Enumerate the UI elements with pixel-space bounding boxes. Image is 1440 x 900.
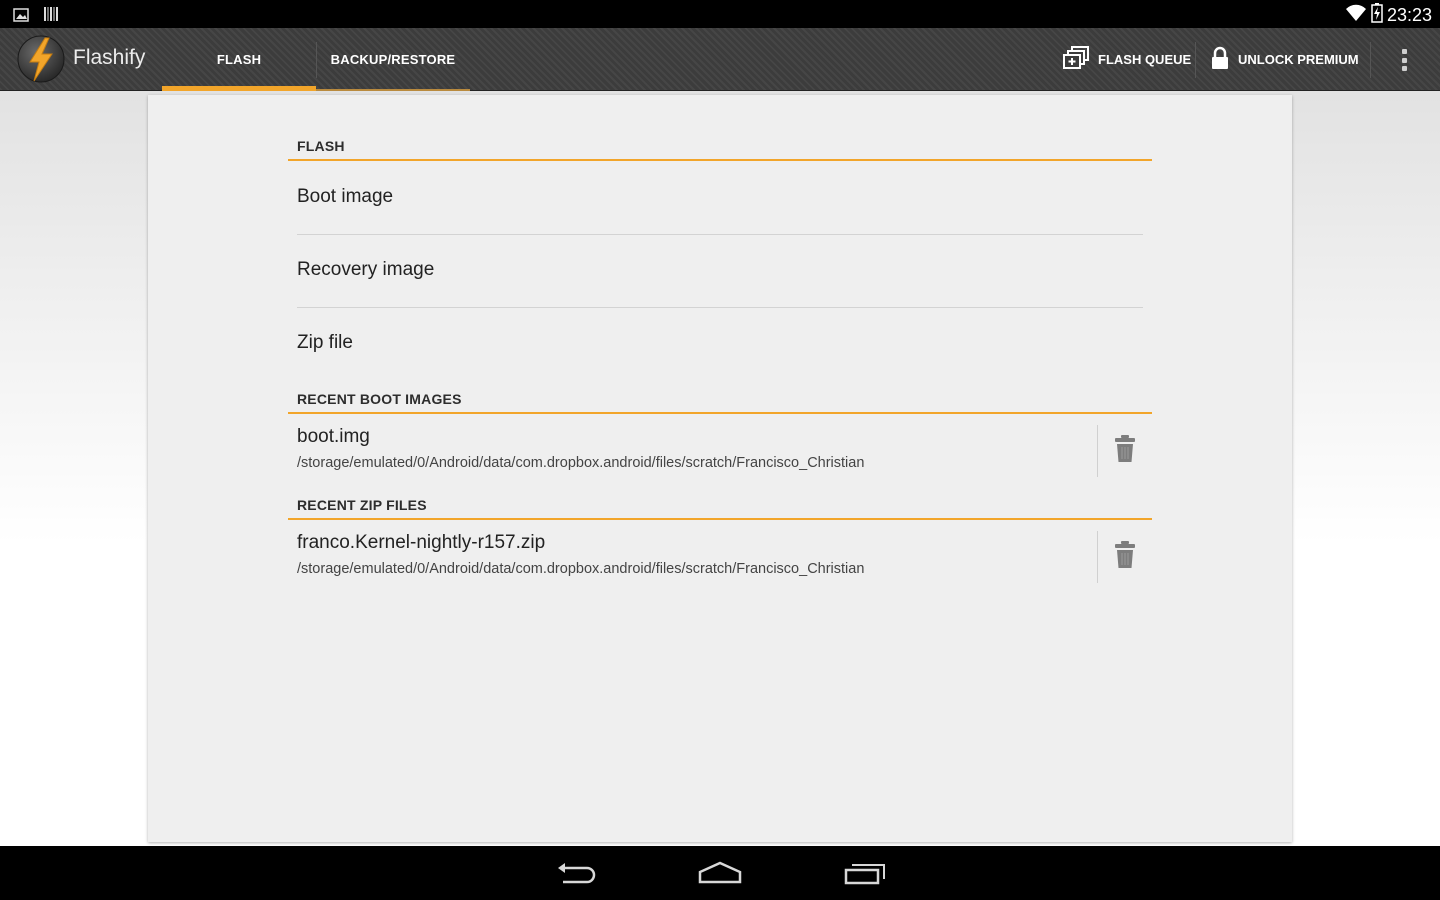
- action-bar: Flashify FLASH BACKUP/RESTORE FLASH QUEU…: [0, 28, 1440, 91]
- flash-queue-label: FLASH QUEUE: [1098, 52, 1192, 67]
- unlock-premium-button[interactable]: UNLOCK PREMIUM: [1210, 28, 1359, 91]
- overflow-menu-icon[interactable]: [1393, 46, 1415, 74]
- list-item-recovery-image[interactable]: Recovery image: [297, 235, 1143, 308]
- recent-item-path: /storage/emulated/0/Android/data/com.dro…: [297, 561, 865, 577]
- tab-backup-restore-label: BACKUP/RESTORE: [330, 52, 456, 67]
- queue-add-icon: [1062, 46, 1090, 73]
- tab-backup-restore[interactable]: BACKUP/RESTORE: [316, 28, 470, 91]
- section-header-recent-boot-images-label: RECENT BOOT IMAGES: [297, 391, 462, 407]
- recent-item-name: franco.Kernel-nightly-r157.zip: [297, 532, 546, 553]
- app-title: Flashify: [73, 46, 146, 69]
- unlock-premium-label: UNLOCK PREMIUM: [1238, 52, 1359, 67]
- flash-queue-button[interactable]: FLASH QUEUE: [1062, 28, 1191, 91]
- list-item-label: Boot image: [297, 186, 394, 207]
- recent-apps-icon[interactable]: [842, 858, 888, 888]
- tab-flash-label: FLASH: [216, 52, 262, 67]
- list-item-zip-file[interactable]: Zip file: [297, 308, 1143, 381]
- wifi-icon: [1345, 4, 1367, 27]
- barcode-notification-icon: [43, 6, 59, 26]
- clock: 23:23: [1386, 5, 1432, 25]
- recent-boot-image-item[interactable]: boot.img /storage/emulated/0/Android/dat…: [288, 420, 1152, 478]
- home-icon[interactable]: [697, 858, 743, 888]
- battery-charging-icon: [1371, 3, 1383, 28]
- tab-flash[interactable]: FLASH: [162, 28, 316, 91]
- lightning-bolt-icon[interactable]: [16, 34, 66, 84]
- section-header-recent-boot-images: RECENT BOOT IMAGES: [288, 386, 1152, 414]
- lock-icon: [1210, 46, 1230, 73]
- section-header-flash-label: FLASH: [297, 138, 345, 154]
- section-header-recent-zip-files: RECENT ZIP FILES: [288, 492, 1152, 520]
- status-bar: 23:23: [0, 0, 1440, 28]
- action-divider: [1370, 42, 1371, 78]
- section-header-flash: FLASH: [288, 133, 1152, 161]
- navigation-bar: [0, 846, 1440, 900]
- trash-icon[interactable]: [1113, 434, 1137, 464]
- list-item-label: Recovery image: [297, 259, 435, 280]
- recent-item-name: boot.img: [297, 426, 370, 447]
- recent-zip-file-item[interactable]: franco.Kernel-nightly-r157.zip /storage/…: [288, 526, 1152, 584]
- image-notification-icon: [13, 7, 29, 26]
- back-icon[interactable]: [553, 858, 599, 888]
- list-item-boot-image[interactable]: Boot image: [297, 162, 1143, 235]
- vertical-divider: [1097, 425, 1098, 477]
- list-item-label: Zip file: [297, 332, 353, 353]
- vertical-divider: [1097, 531, 1098, 583]
- section-header-recent-zip-files-label: RECENT ZIP FILES: [297, 497, 427, 513]
- trash-icon[interactable]: [1113, 540, 1137, 570]
- action-divider: [1195, 42, 1196, 78]
- recent-item-path: /storage/emulated/0/Android/data/com.dro…: [297, 455, 865, 471]
